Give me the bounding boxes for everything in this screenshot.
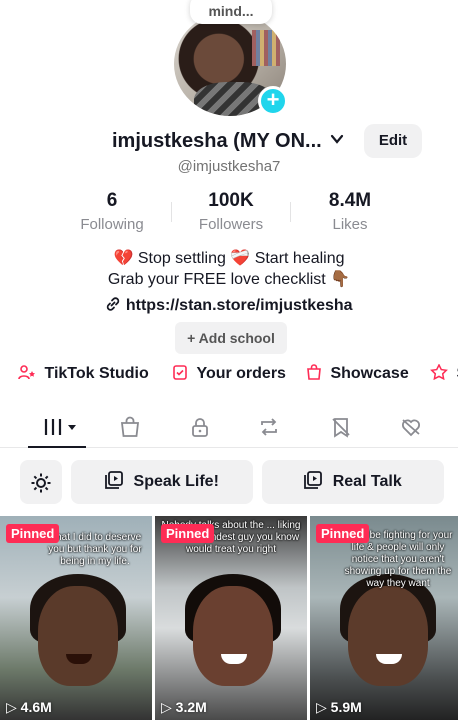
quick-link-label: Showcase <box>330 365 409 382</box>
tab-liked[interactable] <box>386 410 436 442</box>
view-count-value: 3.2M <box>175 699 207 715</box>
bio: 💔 Stop settling ❤️‍🩹 Start healing Grab … <box>0 248 458 290</box>
star-icon <box>430 363 452 382</box>
stat-value: 8.4M <box>328 190 372 211</box>
quick-link-label: TikTok Studio <box>44 365 149 382</box>
video-thumbnail[interactable]: ...ally be fighting for your life & peop… <box>310 516 458 720</box>
heart-off-icon <box>399 415 423 437</box>
pinned-badge: Pinned <box>161 524 215 543</box>
pinned-badge: Pinned <box>316 524 370 543</box>
profile-tabs <box>0 404 458 448</box>
add-story-icon[interactable]: + <box>258 86 288 116</box>
view-count: ▷ 4.6M <box>6 699 52 715</box>
active-tab-indicator <box>28 446 86 448</box>
video-grid: what I did to deserve you but thank you … <box>0 516 458 720</box>
bio-link-text[interactable]: https://stan.store/imjustkesha <box>126 297 353 314</box>
profile-stats: 6 Following 100K Followers 8.4M Likes <box>0 190 458 236</box>
tab-reposts[interactable] <box>244 410 294 442</box>
stat-label: Followers <box>198 216 264 233</box>
playlist-icon <box>105 471 127 490</box>
shopping-bag-icon <box>119 415 141 437</box>
add-school-button[interactable]: + Add school <box>175 322 287 354</box>
username-row: imjustkesha (MY ON... Edit <box>0 124 458 158</box>
playlist-speak-life[interactable]: Speak Life! <box>71 460 253 504</box>
playlist-settings-button[interactable] <box>20 460 62 504</box>
bookmark-off-icon <box>330 415 352 438</box>
view-count-value: 5.9M <box>330 699 362 715</box>
video-thumbnail[interactable]: Nobody talks about the ... liking back t… <box>155 516 307 720</box>
pinned-badge: Pinned <box>6 524 60 543</box>
view-count-value: 4.6M <box>20 699 52 715</box>
extra-quick-link[interactable]: S <box>430 363 458 383</box>
link-icon <box>105 297 125 314</box>
lock-icon <box>189 415 211 437</box>
playlist-icon <box>304 471 326 490</box>
thumbnail-face <box>348 586 428 686</box>
user-handle: @imjustkesha7 <box>177 158 281 175</box>
bookshelf <box>252 30 280 66</box>
bio-link[interactable]: https://stan.store/imjustkesha <box>0 296 458 315</box>
thumbnail-face <box>38 586 118 686</box>
tab-private[interactable] <box>175 410 225 442</box>
quick-link-label: Your orders <box>196 365 286 382</box>
view-count: ▷ 3.2M <box>161 699 207 715</box>
bio-line-2: Grab your FREE love checklist 👇🏾 <box>107 271 351 288</box>
your-orders-link[interactable]: Your orders <box>172 364 286 383</box>
shopping-bag-icon <box>306 364 326 382</box>
edit-profile-button[interactable]: Edit <box>364 124 422 158</box>
tiktok-studio-link[interactable]: TikTok Studio <box>18 364 149 383</box>
gear-icon <box>30 469 52 494</box>
playlist-label: Speak Life! <box>133 473 219 490</box>
stat-followers[interactable]: 100K Followers <box>171 190 291 233</box>
thumbnail-face <box>193 586 273 686</box>
playlist-real-talk[interactable]: Real Talk <box>262 460 444 504</box>
stat-value: 6 <box>106 190 118 211</box>
stat-likes[interactable]: 8.4M Likes <box>290 190 410 233</box>
tab-favorites[interactable] <box>316 410 366 442</box>
grid-icon <box>40 415 80 437</box>
stat-label: Likes <box>332 216 368 233</box>
video-thumbnail[interactable]: what I did to deserve you but thank you … <box>0 516 152 720</box>
clipboard-check-icon <box>172 365 192 382</box>
playlist-label: Real Talk <box>332 473 402 490</box>
showcase-link[interactable]: Showcase <box>306 364 409 383</box>
person-star-icon <box>18 365 40 382</box>
stat-following[interactable]: 6 Following <box>52 190 172 233</box>
tab-shop[interactable] <box>105 410 155 442</box>
username[interactable]: imjustkesha (MY ON... <box>112 130 322 153</box>
repost-icon <box>257 415 281 437</box>
stat-label: Following <box>80 216 144 233</box>
status-note[interactable]: mind... <box>190 0 272 24</box>
chevron-down-icon[interactable] <box>330 132 344 151</box>
stat-value: 100K <box>208 190 254 211</box>
bio-line-1: 💔 Stop settling ❤️‍🩹 Start healing <box>113 250 345 267</box>
playlist-row: Speak Life! Real Talk <box>0 460 458 504</box>
view-count: ▷ 5.9M <box>316 699 362 715</box>
tab-videos[interactable] <box>32 410 88 442</box>
quick-links: TikTok Studio Your orders Showcase S <box>0 363 458 388</box>
